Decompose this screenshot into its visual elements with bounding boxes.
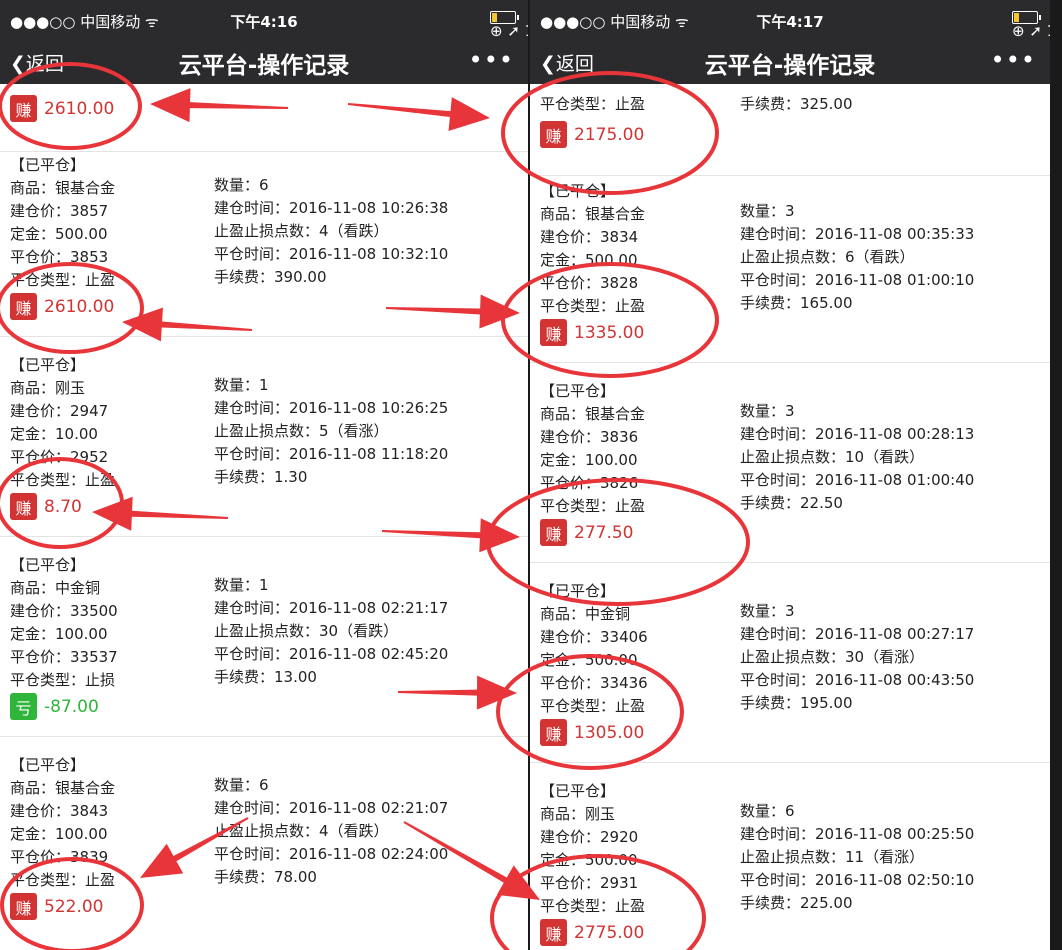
highlight-circle xyxy=(0,62,142,150)
pointer-arrow xyxy=(381,518,520,553)
highlight-circle xyxy=(0,457,124,549)
pointer-arrow xyxy=(403,821,540,900)
highlight-circle xyxy=(0,262,144,354)
pointer-arrow xyxy=(385,294,520,329)
annotation-overlay xyxy=(0,62,750,950)
highlight-circle xyxy=(490,854,706,950)
pointer-arrow xyxy=(140,817,249,878)
highlight-circle xyxy=(0,857,144,950)
highlight-circle xyxy=(496,654,684,770)
pointer-arrow xyxy=(150,88,289,123)
highlight-circle xyxy=(486,478,750,606)
highlight-circle xyxy=(501,71,719,195)
highlight-circle xyxy=(501,262,719,378)
pointer-arrow xyxy=(347,97,490,131)
